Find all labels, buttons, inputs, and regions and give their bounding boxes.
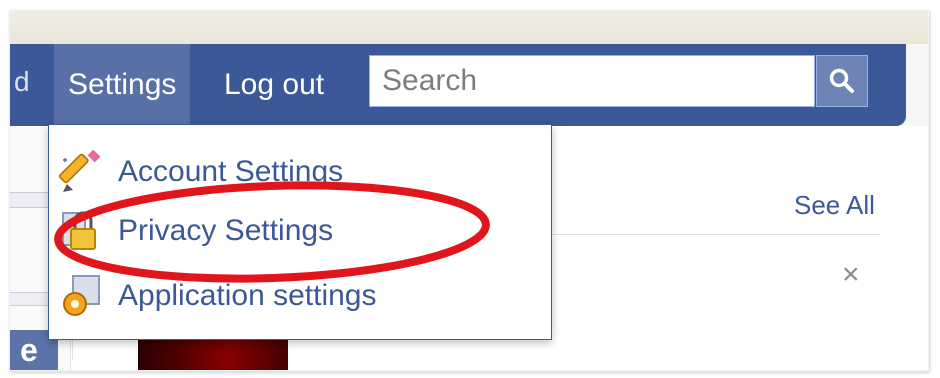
menu-item-label: Account Settings [118, 155, 344, 188]
gear-icon [58, 274, 108, 318]
menu-item-label: Privacy Settings [118, 214, 334, 247]
pencil-icon [58, 150, 108, 194]
nav-item-partial[interactable]: d [14, 66, 30, 98]
search-box [369, 55, 815, 107]
nav-settings[interactable]: Settings [54, 44, 191, 126]
search-input[interactable] [370, 56, 814, 106]
menu-item-application-settings[interactable]: Application settings [58, 266, 528, 326]
browser-chrome-strip [10, 10, 928, 44]
close-icon[interactable]: × [842, 258, 860, 292]
search-button[interactable] [816, 55, 868, 107]
menu-item-account-settings[interactable]: Account Settings [58, 142, 528, 202]
left-partial-button-label: e [20, 332, 38, 368]
menu-item-privacy-settings[interactable]: Privacy Settings [58, 201, 528, 261]
profile-photo[interactable] [138, 340, 288, 370]
nav-settings-label: Settings [68, 68, 177, 101]
section-divider [550, 234, 880, 235]
nav-logout-label: Log out [224, 68, 325, 101]
nav-logout[interactable]: Log out [210, 44, 338, 126]
search-icon [829, 68, 854, 93]
see-all-link[interactable]: See All [794, 190, 875, 221]
lock-icon [58, 209, 108, 253]
menu-item-label: Application settings [118, 279, 377, 312]
